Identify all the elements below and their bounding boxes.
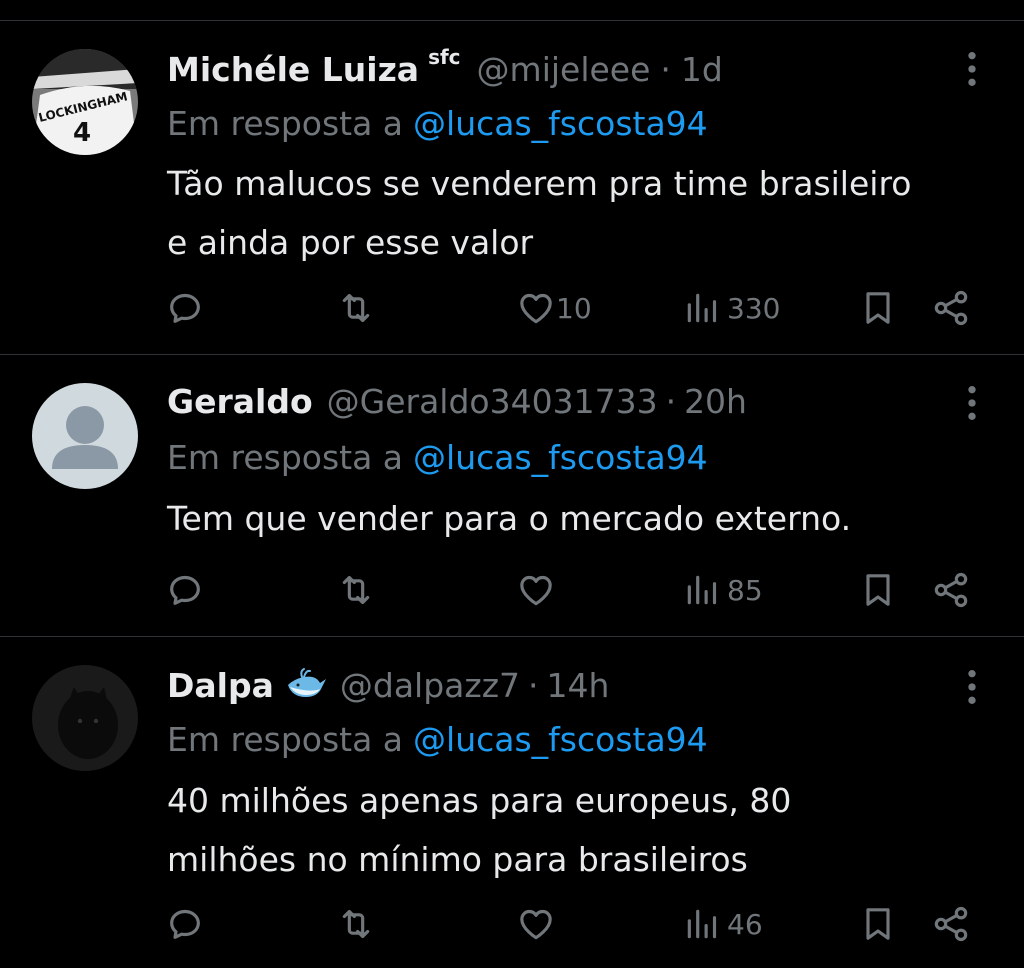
tweet-time[interactable]: 1d [681,50,723,89]
reply-button[interactable] [165,565,205,615]
tweet-text: Tão malucos se venderem pra time brasile… [167,154,997,272]
reply-prefix: Em resposta a [167,437,404,477]
like-button[interactable] [516,899,562,949]
time-separator: · [665,381,677,421]
retweet-icon [336,904,376,944]
action-bar: 46 [0,899,1024,949]
bookmark-icon [858,904,898,944]
like-button[interactable]: 10 [516,283,592,333]
reply-button[interactable] [165,899,205,949]
reply-tweet-2[interactable]: Geraldo @Geraldo34031733 · 20h Em respos… [0,355,1024,637]
reply-tweet-3[interactable]: Dalpa @dalpazz7 · 14h Em resposta a @luc… [0,637,1024,968]
reply-tweet-1[interactable]: LOCKINGHAM 4 Michéle Luiza sfc @mijeleee… [0,21,1024,355]
author-handle[interactable]: @dalpazz7 [340,666,520,705]
time-separator: · [660,49,671,89]
tweet-text-line: Tão malucos se venderem pra time brasile… [167,164,912,203]
like-icon [516,288,556,328]
reply-icon [165,288,205,328]
like-count: 10 [556,291,592,325]
author-name[interactable]: Michéle Luiza [167,50,419,89]
reply-mention-link[interactable]: @lucas_fscosta94 [413,438,708,477]
retweet-icon [336,288,376,328]
share-icon [931,570,971,610]
default-person-avatar[interactable] [32,383,138,489]
tweet-header: Geraldo @Geraldo34031733 · 20h [167,377,954,425]
tweet-text-line: Tem que vender para o mercado externo. [167,499,852,538]
reply-context: Em resposta a @lucas_fscosta94 [167,101,708,145]
tweet-text: Tem que vender para o mercado externo. [167,489,997,548]
reply-context: Em resposta a @lucas_fscosta94 [167,435,708,479]
bookmark-button[interactable] [858,283,898,333]
author-handle[interactable]: @mijeleee [477,50,651,89]
share-button[interactable] [931,283,971,333]
share-icon [931,288,971,328]
reply-context: Em resposta a @lucas_fscosta94 [167,717,708,761]
whale-emoji-icon [284,667,328,703]
more-icon[interactable] [962,667,982,707]
views-button[interactable]: 330 [683,283,780,333]
tweet-text-line: 40 milhões apenas para europeus, 80 [167,781,792,820]
jersey-avatar[interactable]: LOCKINGHAM 4 [32,49,138,155]
bookmark-icon [858,570,898,610]
reply-prefix: Em resposta a [167,719,404,759]
views-icon [683,905,721,943]
view-count: 46 [727,907,763,941]
svg-text:4: 4 [73,118,91,148]
tweet-header: Dalpa @dalpazz7 · 14h [167,661,954,709]
share-button[interactable] [931,899,971,949]
reply-mention-link[interactable]: @lucas_fscosta94 [413,720,708,759]
time-separator: · [528,665,539,705]
more-icon[interactable] [962,383,982,423]
tweet-text-line: e ainda por esse valor [167,223,534,262]
author-name[interactable]: Geraldo [167,382,313,421]
retweet-button[interactable] [336,283,376,333]
action-bar: 85 [0,565,1024,615]
reply-button[interactable] [165,283,205,333]
share-button[interactable] [931,565,971,615]
reply-prefix: Em resposta a [167,103,404,143]
views-icon [683,289,721,327]
author-handle[interactable]: @Geraldo34031733 [327,382,658,421]
bookmark-icon [858,288,898,328]
tweet-time[interactable]: 14h [547,666,610,705]
views-button[interactable]: 46 [683,899,763,949]
reply-mention-link[interactable]: @lucas_fscosta94 [413,104,708,143]
action-bar: 10 330 [0,283,1024,333]
bookmark-button[interactable] [858,565,898,615]
like-button[interactable] [516,565,562,615]
share-icon [931,904,971,944]
author-badge: sfc [428,45,461,69]
dark-cat-avatar[interactable] [32,665,138,771]
retweet-button[interactable] [336,565,376,615]
author-name[interactable]: Dalpa [167,666,274,705]
tweet-text: 40 milhões apenas para europeus, 80 milh… [167,771,997,889]
view-count: 330 [727,291,781,325]
view-count: 85 [727,573,763,607]
retweet-icon [336,570,376,610]
tweet-header: Michéle Luiza sfc @mijeleee · 1d [167,45,954,93]
like-icon [516,570,556,610]
views-icon [683,571,721,609]
tweet-time[interactable]: 20h [684,382,747,421]
reply-icon [165,904,205,944]
tweet-text-line: milhões no mínimo para brasileiros [167,840,748,879]
views-button[interactable]: 85 [683,565,763,615]
retweet-button[interactable] [336,899,376,949]
bookmark-button[interactable] [858,899,898,949]
more-icon[interactable] [962,49,982,89]
like-icon [516,904,556,944]
reply-icon [165,570,205,610]
